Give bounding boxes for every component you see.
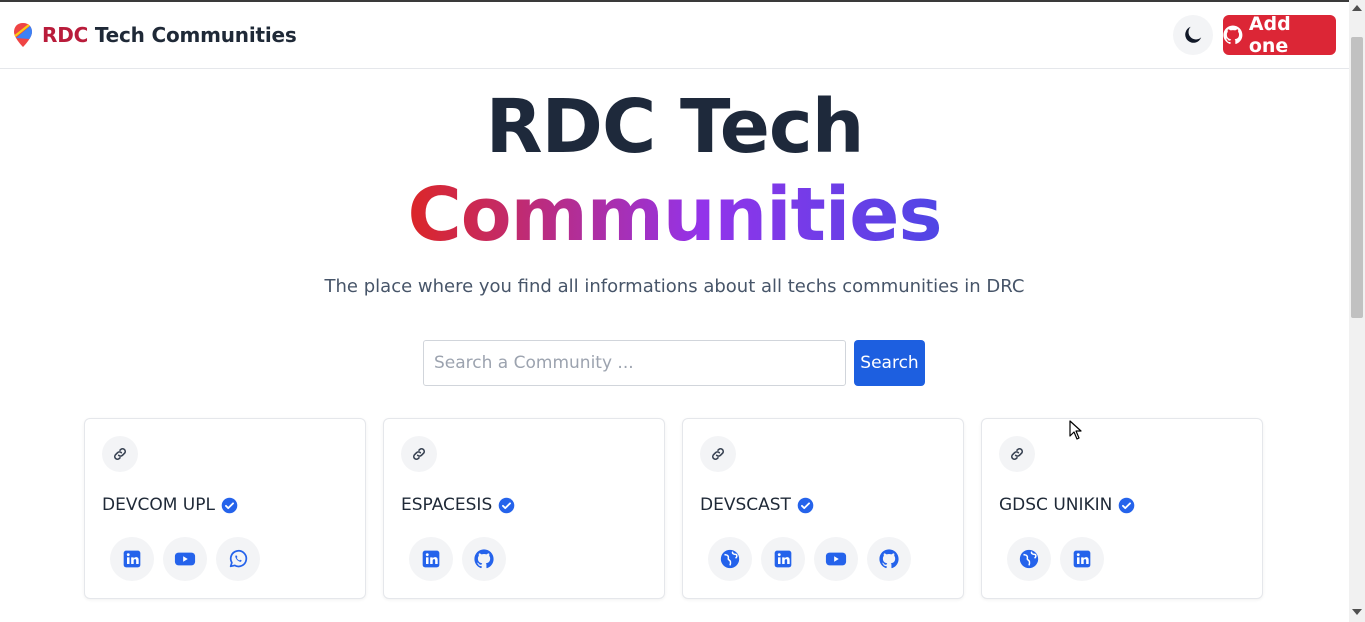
community-name-row: DEVSCAST [700,495,814,515]
hero-title-line-1: RDC Tech [485,84,865,170]
community-name: ESPACESIS [401,495,493,515]
youtube-icon [174,552,196,566]
community-card[interactable]: ESPACESIS [383,418,665,599]
youtube-icon [825,552,847,566]
youtube-link[interactable] [814,537,858,581]
map-pin-flag-icon [14,23,32,47]
mouse-cursor-icon [1069,420,1082,440]
link-icon[interactable] [999,436,1035,472]
hero-subtitle: The place where you find all information… [324,276,1025,297]
linkedin-link[interactable] [761,537,805,581]
verified-badge-icon [1119,497,1135,513]
community-name: DEVSCAST [700,495,791,515]
add-button-label: Add one [1248,13,1291,57]
community-card[interactable]: DEVCOM UPL [84,418,366,599]
youtube-link[interactable] [163,537,207,581]
link-icon[interactable] [700,436,736,472]
github-icon [1223,25,1243,45]
community-name-row: DEVCOM UPL [102,495,238,515]
github-link[interactable] [867,537,911,581]
website-link[interactable] [1007,537,1051,581]
community-name: DEVCOM UPL [102,495,215,515]
verified-badge-icon [221,497,238,513]
community-name-row: GDSC UNIKIN [999,495,1135,515]
linkedin-link[interactable] [110,537,154,581]
globe-icon [1019,549,1039,569]
community-name-row: ESPACESIS [401,495,515,515]
link-icon[interactable] [401,436,437,472]
linkedin-icon [422,550,440,568]
community-card[interactable]: DEVSCAST [682,418,964,599]
linkedin-icon [123,550,141,568]
hero-title-line-2: Communities [407,172,942,258]
github-icon [879,549,899,569]
add-community-button[interactable]: Add one [1223,13,1336,57]
social-links [409,537,506,581]
scroll-down-arrow-icon[interactable] [1352,609,1362,615]
theme-toggle-button[interactable] [1173,15,1213,55]
vertical-scrollbar[interactable] [1349,0,1365,622]
github-icon [474,549,494,569]
linkedin-icon [774,550,792,568]
brand-name: RDC Tech Communities [42,23,297,47]
brand-logo-link[interactable]: RDC Tech Communities [12,22,297,48]
social-links [110,537,260,581]
navbar: RDC Tech Communities Add one [0,2,1349,69]
moon-icon [1185,26,1202,43]
social-links [708,537,911,581]
linkedin-icon [1073,550,1091,568]
github-link[interactable] [462,537,506,581]
whatsapp-link[interactable] [216,537,260,581]
social-links [1007,537,1104,581]
scroll-thumb[interactable] [1351,37,1363,318]
whatsapp-icon [229,550,248,568]
community-name: GDSC UNIKIN [999,495,1113,515]
search-input[interactable] [423,340,846,386]
link-icon[interactable] [102,436,138,472]
verified-badge-icon [498,497,515,513]
scroll-up-arrow-icon[interactable] [1352,5,1362,11]
verified-badge-icon [797,497,814,513]
globe-icon [720,549,740,569]
website-link[interactable] [708,537,752,581]
search-button[interactable]: Search [854,340,925,386]
community-card[interactable]: GDSC UNIKIN [981,418,1263,599]
linkedin-link[interactable] [1060,537,1104,581]
linkedin-link[interactable] [409,537,453,581]
